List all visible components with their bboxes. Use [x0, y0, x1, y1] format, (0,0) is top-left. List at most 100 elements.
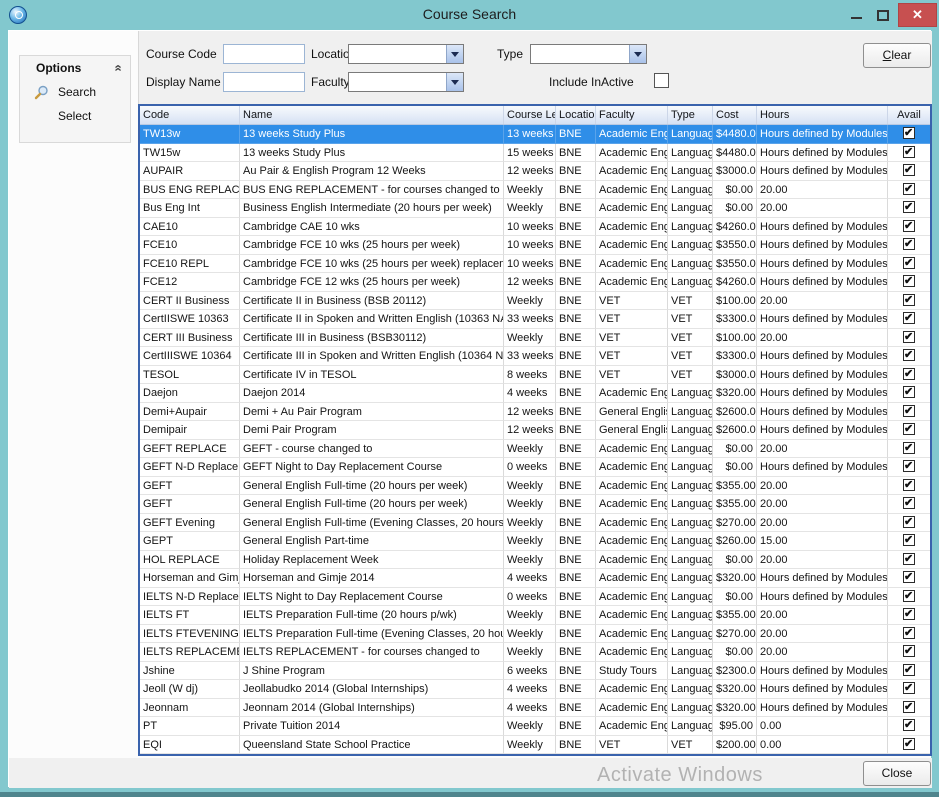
table-row[interactable]: HOL REPLACE Holiday Replacement Week Wee… [140, 551, 930, 570]
table-row[interactable]: TW13w 13 weeks Study Plus 13 weeks BNE A… [140, 125, 930, 144]
avail-checkbox[interactable] [903, 386, 915, 398]
title-bar[interactable]: Course Search ✕ [0, 0, 939, 30]
table-row[interactable]: Jshine J Shine Program 6 weeks BNE Study… [140, 662, 930, 681]
include-inactive-checkbox[interactable] [654, 73, 669, 88]
table-row[interactable]: IELTS REPLACEMENT IELTS REPLACEMENT - fo… [140, 643, 930, 662]
avail-checkbox[interactable] [903, 183, 915, 195]
table-row[interactable]: AUPAIR Au Pair & English Program 12 Week… [140, 162, 930, 181]
table-row[interactable]: FCE12 Cambridge FCE 12 wks (25 hours per… [140, 273, 930, 292]
column-header-avail[interactable]: Avail [888, 106, 930, 124]
clear-button[interactable]: Clear [863, 43, 931, 68]
table-row[interactable]: FCE10 Cambridge FCE 10 wks (25 hours per… [140, 236, 930, 255]
avail-checkbox[interactable] [903, 738, 915, 750]
cell-code: EQI [140, 736, 240, 755]
avail-checkbox[interactable] [903, 497, 915, 509]
location-dropdown[interactable] [348, 44, 464, 64]
avail-checkbox[interactable] [903, 534, 915, 546]
avail-checkbox[interactable] [903, 571, 915, 583]
table-row[interactable]: GEFT General English Full-time (20 hours… [140, 495, 930, 514]
minimize-button[interactable] [845, 8, 869, 24]
column-header-faculty[interactable]: Faculty [596, 106, 668, 124]
avail-checkbox[interactable] [903, 442, 915, 454]
column-header-location[interactable]: Location [556, 106, 596, 124]
avail-checkbox[interactable] [903, 127, 915, 139]
faculty-dropdown[interactable] [348, 72, 464, 92]
avail-checkbox[interactable] [903, 164, 915, 176]
table-row[interactable]: Jeoll (W dj) Jeollabudko 2014 (Global In… [140, 680, 930, 699]
cell-course-length: 12 weeks [504, 162, 556, 181]
table-row[interactable]: IELTS FTEVENING IELTS Preparation Full-t… [140, 625, 930, 644]
window-close-button[interactable]: ✕ [898, 3, 937, 27]
avail-checkbox[interactable] [903, 294, 915, 306]
table-row[interactable]: TW15w 13 weeks Study Plus 15 weeks BNE A… [140, 144, 930, 163]
avail-checkbox[interactable] [903, 590, 915, 602]
column-header-type[interactable]: Type [668, 106, 713, 124]
avail-checkbox[interactable] [903, 719, 915, 731]
avail-checkbox[interactable] [903, 479, 915, 491]
cell-course-length: Weekly [504, 717, 556, 736]
table-row[interactable]: CertIISWE 10363 Certificate II in Spoken… [140, 310, 930, 329]
avail-checkbox[interactable] [903, 238, 915, 250]
table-row[interactable]: Bus Eng Int Business English Intermediat… [140, 199, 930, 218]
table-row[interactable]: CERT III Business Certificate III in Bus… [140, 329, 930, 348]
avail-checkbox[interactable] [903, 423, 915, 435]
chevron-down-icon[interactable] [629, 45, 646, 63]
table-row[interactable]: PT Private Tuition 2014 Weekly BNE Acade… [140, 717, 930, 736]
display-name-input[interactable] [223, 72, 305, 92]
avail-checkbox[interactable] [903, 257, 915, 269]
chevron-down-icon[interactable] [446, 73, 463, 91]
sidebar-item-select[interactable]: Select [20, 104, 130, 128]
table-row[interactable]: Demipair Demi Pair Program 12 weeks BNE … [140, 421, 930, 440]
table-row[interactable]: FCE10 REPL Cambridge FCE 10 wks (25 hour… [140, 255, 930, 274]
avail-checkbox[interactable] [903, 460, 915, 472]
course-code-input[interactable] [223, 44, 305, 64]
table-row[interactable]: BUS ENG REPLACEMENT BUS ENG REPLACEMENT … [140, 181, 930, 200]
table-row[interactable]: Demi+Aupair Demi + Au Pair Program 12 we… [140, 403, 930, 422]
table-row[interactable]: IELTS N-D Replace IELTS Night to Day Rep… [140, 588, 930, 607]
close-button[interactable]: Close [863, 761, 931, 786]
avail-checkbox[interactable] [903, 368, 915, 380]
table-row[interactable]: GEFT Evening General English Full-time (… [140, 514, 930, 533]
table-row[interactable]: Horseman and Gimje Horseman and Gimje 20… [140, 569, 930, 588]
table-row[interactable]: GEFT General English Full-time (20 hours… [140, 477, 930, 496]
avail-checkbox[interactable] [903, 349, 915, 361]
column-header-name[interactable]: Name [240, 106, 504, 124]
avail-checkbox[interactable] [903, 608, 915, 620]
cell-code: IELTS FTEVENING [140, 625, 240, 644]
avail-checkbox[interactable] [903, 201, 915, 213]
avail-checkbox[interactable] [903, 331, 915, 343]
column-header-hours[interactable]: Hours [757, 106, 888, 124]
avail-checkbox[interactable] [903, 146, 915, 158]
table-row[interactable]: CertIIISWE 10364 Certificate III in Spok… [140, 347, 930, 366]
table-row[interactable]: GEFT REPLACE GEFT - course changed to We… [140, 440, 930, 459]
cell-location: BNE [556, 236, 596, 255]
table-row[interactable]: CAE10 Cambridge CAE 10 wks 10 weeks BNE … [140, 218, 930, 237]
sidebar-item-search[interactable]: Search [20, 80, 130, 104]
type-dropdown[interactable] [530, 44, 647, 64]
avail-checkbox[interactable] [903, 312, 915, 324]
column-header-code[interactable]: Code [140, 106, 240, 124]
avail-checkbox[interactable] [903, 405, 915, 417]
avail-checkbox[interactable] [903, 627, 915, 639]
table-row[interactable]: Daejon Daejon 2014 4 weeks BNE Academic … [140, 384, 930, 403]
avail-checkbox[interactable] [903, 701, 915, 713]
table-row[interactable]: GEPT General English Part-time Weekly BN… [140, 532, 930, 551]
chevron-down-icon[interactable] [446, 45, 463, 63]
table-row[interactable]: GEFT N-D Replace GEFT Night to Day Repla… [140, 458, 930, 477]
avail-checkbox[interactable] [903, 516, 915, 528]
table-row[interactable]: TESOL Certificate IV in TESOL 8 weeks BN… [140, 366, 930, 385]
table-row[interactable]: CERT II Business Certificate II in Busin… [140, 292, 930, 311]
collapse-chevron-icon[interactable]: « [106, 64, 130, 71]
table-row[interactable]: EQI Queensland State School Practice Wee… [140, 736, 930, 755]
avail-checkbox[interactable] [903, 275, 915, 287]
avail-checkbox[interactable] [903, 220, 915, 232]
avail-checkbox[interactable] [903, 553, 915, 565]
maximize-button[interactable] [871, 8, 895, 24]
column-header-cost[interactable]: Cost [713, 106, 757, 124]
column-header-course-length[interactable]: Course Length [504, 106, 556, 124]
table-row[interactable]: IELTS FT IELTS Preparation Full-time (20… [140, 606, 930, 625]
table-row[interactable]: Jeonnam Jeonnam 2014 (Global Internships… [140, 699, 930, 718]
avail-checkbox[interactable] [903, 664, 915, 676]
avail-checkbox[interactable] [903, 645, 915, 657]
avail-checkbox[interactable] [903, 682, 915, 694]
